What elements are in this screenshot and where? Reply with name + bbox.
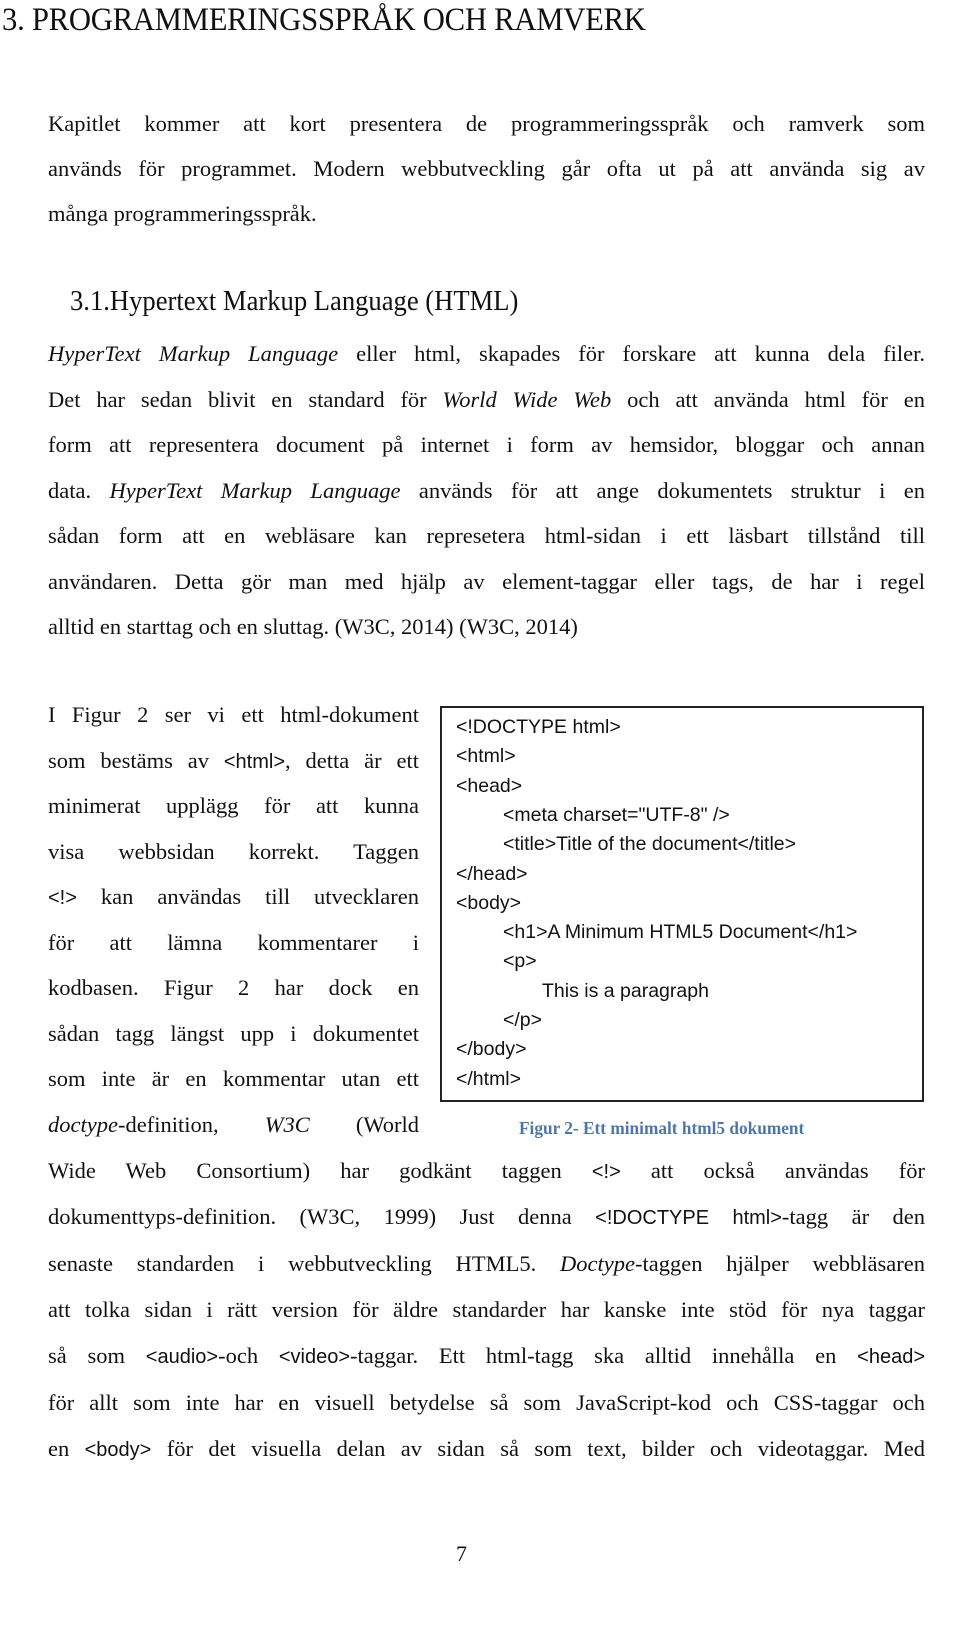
code-line: </head> (456, 862, 528, 885)
text-run: -tagg är den (781, 1204, 926, 1230)
text-line: en <body> för det visuella delan av sida… (48, 1434, 925, 1465)
text-line: sådan form att en webläsare kan represet… (48, 521, 925, 551)
text-run: att tolka sidan i rätt version för äldre… (48, 1296, 925, 1322)
inline-code: <!> (591, 1161, 621, 1183)
code-line: </p> (503, 1009, 543, 1031)
text-run: och att använda html för en (611, 386, 925, 412)
text-run: för allt som inte har en visuell betydel… (48, 1389, 925, 1415)
text-run: att också användas för (620, 1158, 925, 1183)
text-run: en (48, 1435, 85, 1461)
text-run: kodbasen. Figur 2 har dock en (48, 975, 419, 1000)
text-run: -definition, (117, 1111, 265, 1137)
text-line: som bestäms av <html>, detta är ett (48, 746, 419, 777)
italic-term: World Wide Web (442, 386, 612, 412)
italic-term: HyperText Markup Language (48, 341, 339, 366)
code-line: <html> (456, 745, 516, 768)
text-line: som inte är en kommentar utan ett (48, 1064, 419, 1094)
text-line: HyperText Markup Language eller html, sk… (48, 339, 925, 369)
text-run: så som (48, 1343, 146, 1369)
inline-code: <video> (278, 1346, 351, 1369)
text-line: sådan tagg längst upp i dokumentet (48, 1019, 419, 1049)
text-run: för det visuella delan av sidan så som t… (151, 1435, 925, 1461)
text-line: så som <audio>-och <video>-taggar. Ett h… (48, 1341, 925, 1372)
italic-term: doctype (48, 1111, 118, 1137)
text-line: Wide Web Consortium) har godkänt taggen … (48, 1156, 925, 1187)
text-run: som inte är en kommentar utan ett (48, 1066, 419, 1091)
inline-code: <head> (857, 1346, 926, 1369)
code-line: </html> (456, 1067, 522, 1090)
inline-code: <!> (48, 887, 77, 909)
inline-code: <!DOCTYPE html> (595, 1207, 782, 1230)
text-run: kan användas till utvecklaren (76, 884, 419, 909)
text-run: för att lämna kommentarer i (48, 929, 419, 955)
text-run: användaren. Detta gör man med hjälp av e… (48, 568, 925, 594)
text-run: Det har sedan blivit en standard för (48, 386, 443, 412)
code-line: <p> (503, 950, 537, 973)
text-run: eller html, skapades för forskare att ku… (338, 341, 926, 366)
text-run: (World (309, 1111, 419, 1137)
page-number: 7 (456, 1541, 467, 1566)
text-run: form att representera document på intern… (48, 432, 925, 457)
text-run: I Figur 2 ser vi ett html-dokument (48, 702, 419, 727)
code-line: This is a paragraph (542, 979, 709, 1002)
text-line: används för programmet. Modern webbutvec… (48, 156, 925, 181)
text-line: minimerat upplägg för att kunna (48, 791, 419, 821)
text-line: Kapitlet kommer att kort presentera de p… (48, 111, 925, 136)
text-line: doctype-definition, W3C (World (48, 1110, 419, 1140)
italic-term: Doctype (560, 1250, 636, 1276)
text-line: alltid en starttag och en sluttag. (W3C,… (48, 612, 925, 642)
code-figure-box: <!DOCTYPE html> <html> <head> <meta charset… (440, 706, 924, 1102)
text-run: visa webbsidan korrekt. Taggen (48, 838, 419, 864)
text-line: användaren. Detta gör man med hjälp av e… (48, 567, 925, 597)
text-run: Wide Web Consortium) har godkänt taggen (48, 1158, 592, 1183)
code-line: <title>Title of the document</title> (503, 833, 797, 856)
text-run: , detta är ett (285, 747, 419, 773)
text-run: data. (48, 477, 110, 503)
text-line: Det har sedan blivit en standard för Wor… (48, 385, 925, 415)
text-run: sådan form att en webläsare kan represet… (48, 523, 925, 548)
text-line: att tolka sidan i rätt version för äldre… (48, 1295, 925, 1325)
text-run: -och (218, 1343, 279, 1369)
section-title: 3.1.Hypertext Markup Language (HTML) (70, 286, 519, 317)
text-run: minimerat upplägg för att kunna (48, 793, 419, 818)
inline-code: <body> (84, 1438, 152, 1461)
text-run: alltid en starttag och en sluttag. (W3C,… (48, 614, 578, 639)
inline-code: <html> (223, 750, 286, 773)
code-line: <h1>A Minimum HTML5 Document</h1> (503, 921, 858, 944)
text-run: senaste standarden i webbutveckling HTML… (48, 1250, 561, 1276)
text-run: sådan tagg längst upp i dokumentet (48, 1020, 419, 1046)
text-line: data. HyperText Markup Language används … (48, 476, 925, 506)
text-run: dokumenttyps-definition. (W3C, 1999) Jus… (48, 1204, 596, 1230)
text-line: kodbasen. Figur 2 har dock en (48, 973, 419, 1003)
inline-code: <audio> (145, 1346, 219, 1369)
code-line: <!DOCTYPE html> (456, 716, 621, 738)
code-line: <meta charset="UTF-8" /> (503, 803, 730, 826)
text-run: -taggar. Ett html-tagg ska alltid innehå… (350, 1343, 858, 1369)
text-line: för att lämna kommentarer i (48, 928, 419, 958)
text-run: används för att ange dokumentets struktu… (400, 477, 925, 503)
italic-term: HyperText Markup Language (109, 477, 401, 503)
text-line: visa webbsidan korrekt. Taggen (48, 837, 419, 867)
figure-caption: Figur 2- Ett minimalt html5 dokument (519, 1118, 805, 1138)
code-line: </body> (456, 1038, 527, 1061)
text-line: <!> kan användas till utvecklaren (48, 882, 419, 913)
code-line: <head> (456, 774, 523, 797)
italic-term: W3C (264, 1111, 310, 1137)
text-line: I Figur 2 ser vi ett html-dokument (48, 700, 419, 730)
text-line: form att representera document på intern… (48, 430, 925, 460)
text-line: senaste standarden i webbutveckling HTML… (48, 1249, 925, 1279)
text-run: som bestäms av (48, 747, 224, 773)
text-line: dokumenttyps-definition. (W3C, 1999) Jus… (48, 1202, 925, 1233)
text-line: många programmeringsspråk. (48, 201, 317, 226)
chapter-title: 3. PROGRAMMERINGSSPRÅK OCH RAMVERK (2, 2, 646, 38)
text-run: -taggen hjälper webbläsaren (635, 1250, 926, 1276)
text-line: för allt som inte har en visuell betydel… (48, 1388, 925, 1418)
code-line: <body> (456, 891, 522, 914)
